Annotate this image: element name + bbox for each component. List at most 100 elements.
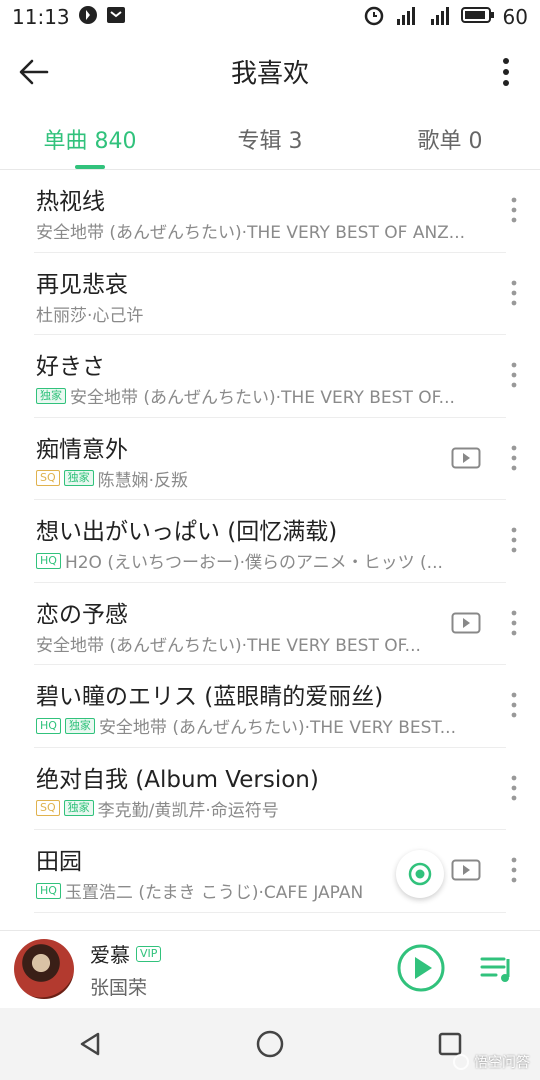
locate-current-song-button[interactable] bbox=[396, 850, 444, 898]
exclusive-badge: 独家 bbox=[36, 387, 66, 404]
song-more-button[interactable] bbox=[502, 603, 526, 643]
chat-bubble-icon bbox=[453, 1054, 469, 1070]
song-more-button[interactable] bbox=[502, 685, 526, 725]
notification-icon bbox=[78, 5, 98, 30]
song-artist-album: 安全地带 (あんぜんちたい)·THE VERY BEST OF... bbox=[70, 388, 455, 408]
song-subtitle: HQ H2O (えいちつーおー)·僕らのアニメ・ヒッツ (... bbox=[36, 548, 443, 573]
nav-home-button[interactable] bbox=[250, 1024, 290, 1064]
signal-icon bbox=[427, 5, 453, 30]
exclusive-badge: 独家 bbox=[64, 717, 95, 734]
video-play-icon bbox=[451, 612, 481, 633]
song-subtitle: SQ 独家 陈慧娴·反叛 bbox=[36, 466, 188, 491]
arrow-left-icon bbox=[19, 59, 49, 85]
tab-bar: 单曲 840 专辑 3 歌单 0 bbox=[0, 108, 540, 170]
page-title: 我喜欢 bbox=[230, 58, 309, 89]
mv-button[interactable] bbox=[450, 609, 482, 637]
song-title: 好きさ bbox=[36, 354, 105, 380]
more-options-button[interactable] bbox=[486, 52, 526, 92]
song-title: 痴情意外 bbox=[36, 436, 128, 463]
song-title: 恋の予感 bbox=[36, 601, 128, 628]
more-vertical-icon bbox=[511, 362, 517, 388]
mail-icon bbox=[106, 5, 126, 30]
song-title: 绝对自我 (Album Version) bbox=[36, 766, 319, 793]
nav-back-button[interactable] bbox=[70, 1024, 110, 1064]
circle-home-icon bbox=[256, 1030, 284, 1058]
playlist-icon bbox=[480, 957, 510, 982]
song-artist-album: H2O (えいちつーおー)·僕らのアニメ・ヒッツ (... bbox=[64, 553, 443, 573]
playlist-button[interactable] bbox=[478, 949, 518, 989]
song-more-button[interactable] bbox=[502, 520, 526, 560]
locate-icon bbox=[408, 862, 432, 886]
status-bar: 11:13 60 bbox=[0, 0, 540, 34]
more-vertical-icon bbox=[511, 280, 517, 305]
song-row[interactable]: 再见悲哀 杜丽莎·心己许 bbox=[34, 253, 517, 335]
triangle-back-icon bbox=[80, 1032, 100, 1056]
video-play-icon bbox=[451, 859, 481, 881]
song-subtitle: HQ 独家 安全地带 (あんぜんちたい)·THE VERY BEST... bbox=[36, 713, 456, 738]
sq-badge: SQ bbox=[36, 800, 60, 816]
song-title: 田园 bbox=[36, 849, 82, 875]
song-more-button[interactable] bbox=[502, 355, 526, 395]
song-subtitle: 安全地带 (あんぜんちたい)·THE VERY BEST OF ANZ... bbox=[36, 218, 465, 243]
song-row[interactable]: 想い出がいっぱい (回忆满载) HQ H2O (えいちつーおー)·僕らのアニメ・… bbox=[34, 500, 517, 583]
more-vertical-icon bbox=[511, 610, 517, 635]
mv-button[interactable] bbox=[450, 856, 482, 884]
song-artist-album: 安全地带 (あんぜんちたい)·THE VERY BEST OF ANZ... bbox=[36, 223, 466, 243]
song-subtitle: HQ 玉置浩二 (たまき こうじ)·CAFE JAPAN bbox=[36, 878, 363, 903]
play-button[interactable] bbox=[396, 943, 446, 993]
song-row[interactable]: 绝对自我 (Album Version) SQ 独家 李克勤/黄凯芹·命运符号 bbox=[34, 748, 517, 830]
more-vertical-icon bbox=[511, 527, 517, 553]
back-button[interactable] bbox=[14, 52, 54, 92]
now-playing-artist: 张国荣 bbox=[90, 977, 148, 999]
play-icon bbox=[397, 944, 445, 992]
song-row[interactable]: 痴情意外 SQ 独家 陈慧娴·反叛 bbox=[34, 418, 517, 500]
song-title: 再见悲哀 bbox=[36, 271, 128, 298]
song-artist-album: 安全地带 (あんぜんちたい)·THE VERY BEST OF... bbox=[36, 635, 421, 656]
mini-player[interactable]: 爱慕 VIP 张国荣 bbox=[0, 930, 540, 1008]
song-more-button[interactable] bbox=[502, 438, 526, 478]
album-cover[interactable] bbox=[14, 939, 74, 999]
vip-badge: VIP bbox=[136, 945, 162, 962]
song-more-button[interactable] bbox=[502, 768, 526, 808]
song-more-button[interactable] bbox=[502, 273, 526, 313]
sq-badge: SQ bbox=[36, 470, 60, 486]
exclusive-badge: 独家 bbox=[63, 800, 94, 816]
song-subtitle: 独家 安全地带 (あんぜんちたい)·THE VERY BEST OF... bbox=[36, 383, 455, 408]
song-row[interactable]: 碧い瞳のエリス (蓝眼睛的爱丽丝) HQ 独家 安全地带 (あんぜんちたい)·T… bbox=[34, 665, 517, 748]
song-artist-album: 玉置浩二 (たまき こうじ)·CAFE JAPAN bbox=[64, 883, 364, 903]
song-more-button[interactable] bbox=[502, 190, 526, 230]
tab-playlists[interactable]: 歌单 0 bbox=[360, 108, 540, 169]
mv-button[interactable] bbox=[450, 444, 482, 472]
more-vertical-icon bbox=[511, 857, 517, 883]
app-bar: 我喜欢 bbox=[0, 34, 540, 108]
song-row[interactable]: 热视线 安全地带 (あんぜんちたい)·THE VERY BEST OF ANZ.… bbox=[34, 170, 517, 253]
more-vertical-icon bbox=[511, 775, 517, 800]
hq-badge: HQ bbox=[36, 552, 61, 569]
more-vertical-icon bbox=[503, 58, 509, 86]
song-title: 碧い瞳のエリス (蓝眼睛的爱丽丝) bbox=[36, 684, 384, 710]
song-row[interactable]: 恋の予感 安全地带 (あんぜんちたい)·THE VERY BEST OF... bbox=[34, 583, 517, 665]
system-nav-bar: 悟空问答 bbox=[0, 1008, 540, 1080]
song-more-button[interactable] bbox=[502, 850, 526, 890]
signal-4g-icon bbox=[393, 5, 419, 30]
song-subtitle: SQ 独家 李克勤/黄凯芹·命运符号 bbox=[36, 796, 279, 821]
video-play-icon bbox=[451, 447, 481, 468]
song-subtitle: 杜丽莎·心己许 bbox=[36, 301, 143, 326]
song-artist-album: 李克勤/黄凯芹·命运符号 bbox=[97, 800, 279, 821]
watermark: 悟空问答 bbox=[452, 1052, 530, 1072]
now-playing-title-row: 爱慕 VIP bbox=[90, 939, 162, 968]
battery-icon bbox=[460, 5, 495, 29]
hq-badge: HQ bbox=[36, 882, 61, 899]
more-vertical-icon bbox=[511, 445, 517, 470]
tab-albums[interactable]: 专辑 3 bbox=[180, 108, 360, 169]
now-playing-title: 爱慕 bbox=[90, 943, 130, 967]
song-title: 热视线 bbox=[36, 189, 105, 215]
more-vertical-icon bbox=[511, 197, 517, 223]
exclusive-badge: 独家 bbox=[63, 470, 94, 486]
tab-songs[interactable]: 单曲 840 bbox=[0, 108, 180, 169]
alarm-icon bbox=[363, 4, 385, 31]
song-list: 热视线 安全地带 (あんぜんちたい)·THE VERY BEST OF ANZ.… bbox=[0, 170, 540, 913]
song-row[interactable]: 好きさ 独家 安全地带 (あんぜんちたい)·THE VERY BEST OF..… bbox=[34, 335, 517, 418]
song-title: 想い出がいっぱい (回忆满载) bbox=[36, 519, 338, 545]
battery-level: 60 bbox=[502, 5, 528, 29]
